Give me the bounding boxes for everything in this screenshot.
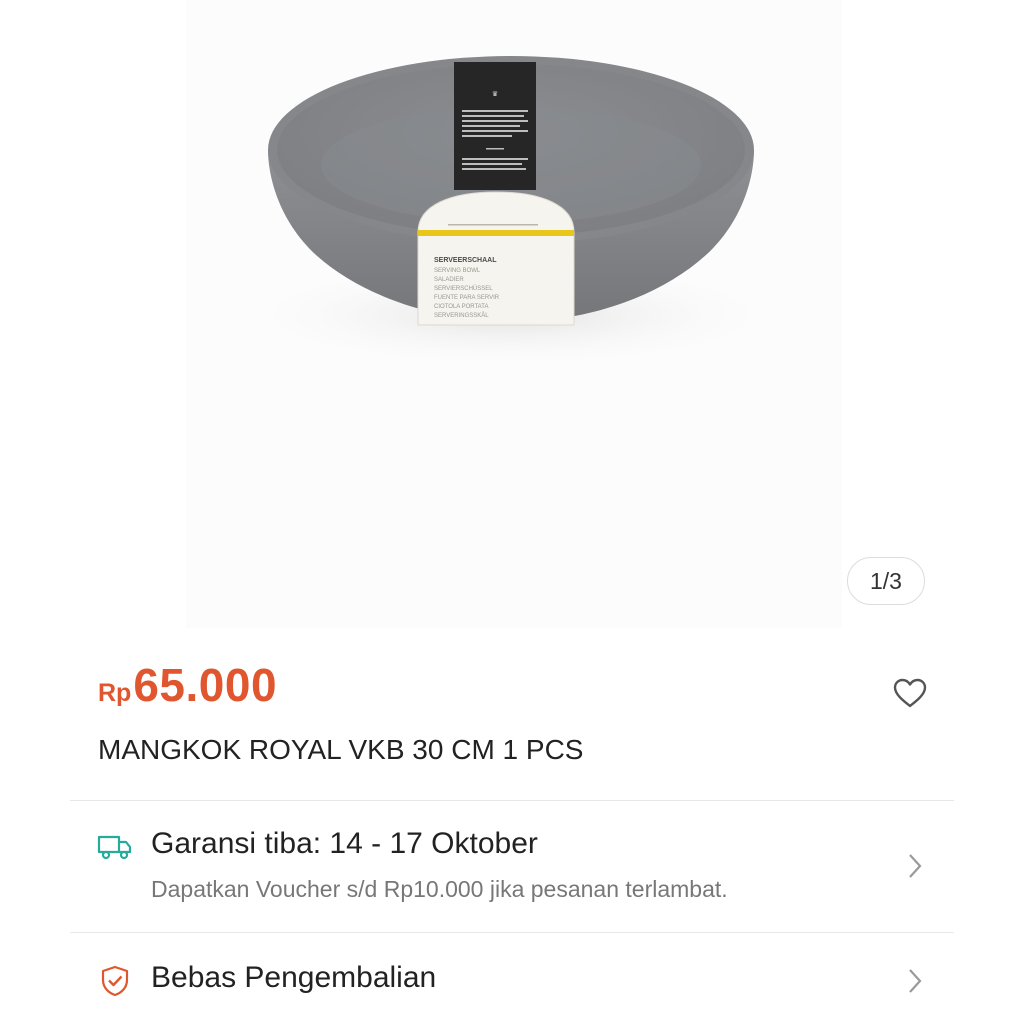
delivery-truck-icon bbox=[97, 833, 133, 866]
product-title: MANGKOK ROYAL VKB 30 CM 1 PCS bbox=[98, 734, 584, 765]
product-image-gallery[interactable]: ♛ SERVEERSCHAAL SERVING BOWL SALADIER SE… bbox=[0, 0, 1024, 628]
shipping-guarantee-subtitle: Dapatkan Voucher s/d Rp10.000 jika pesan… bbox=[151, 876, 728, 902]
price: Rp 65.000 bbox=[98, 658, 277, 718]
free-returns-title: Bebas Pengembalian bbox=[151, 961, 437, 994]
chevron-right-icon bbox=[908, 968, 922, 999]
heart-icon bbox=[893, 678, 927, 708]
svg-text:FUENTE PARA SERVIR: FUENTE PARA SERVIR bbox=[434, 295, 500, 301]
shield-check-icon bbox=[100, 965, 130, 1002]
image-counter-badge: 1/3 bbox=[847, 557, 925, 605]
chevron-right-icon bbox=[908, 853, 922, 884]
bowl-illustration: ♛ SERVEERSCHAAL SERVING BOWL SALADIER SE… bbox=[231, 56, 791, 370]
product-photo[interactable]: ♛ SERVEERSCHAAL SERVING BOWL SALADIER SE… bbox=[186, 0, 842, 628]
free-returns-row[interactable]: Bebas Pengembalian bbox=[70, 933, 954, 1024]
svg-text:CIOTOLA PORTATA: CIOTOLA PORTATA bbox=[434, 304, 488, 310]
svg-text:SALADIER: SALADIER bbox=[434, 277, 464, 283]
price-value: 65.000 bbox=[133, 659, 278, 711]
price-currency: Rp bbox=[98, 679, 132, 707]
svg-text:♛: ♛ bbox=[492, 90, 498, 98]
shipping-guarantee-row[interactable]: Garansi tiba: 14 - 17 Oktober Dapatkan V… bbox=[70, 801, 954, 931]
favorite-button[interactable] bbox=[890, 674, 930, 712]
svg-text:SERVIERSCHÜSSEL: SERVIERSCHÜSSEL bbox=[434, 285, 493, 292]
svg-text:SERVING BOWL: SERVING BOWL bbox=[434, 268, 481, 274]
shipping-guarantee-title: Garansi tiba: 14 - 17 Oktober bbox=[151, 827, 538, 860]
svg-text:SERVERINGSSKÅL: SERVERINGSSKÅL bbox=[434, 312, 489, 319]
label-name-text: SERVEERSCHAAL bbox=[434, 257, 497, 264]
